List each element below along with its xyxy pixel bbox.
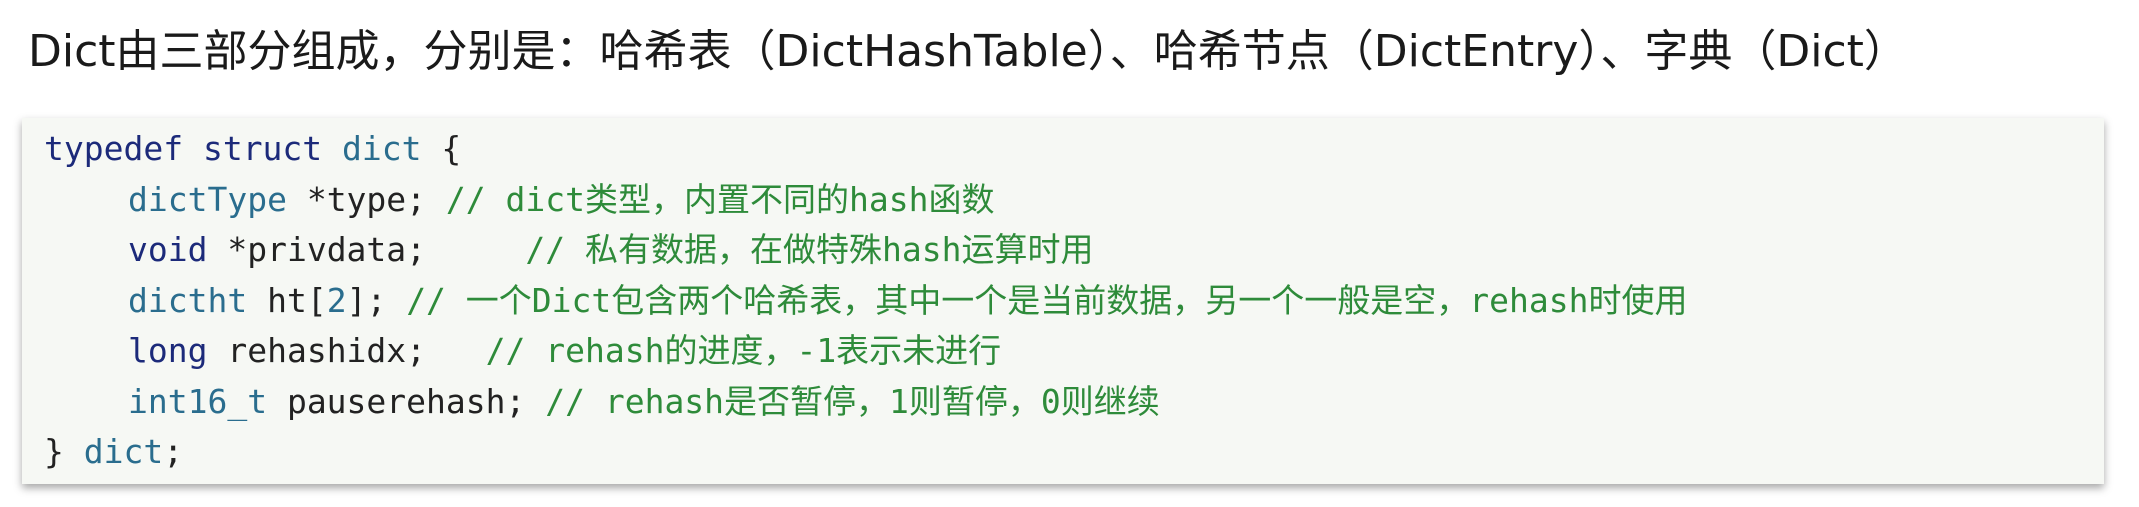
field-type: int16_t bbox=[128, 381, 268, 421]
field-type: long bbox=[128, 331, 208, 370]
semicolon: ; bbox=[163, 432, 184, 471]
field-decl: *type; bbox=[286, 179, 446, 219]
field-decl-end: ]; bbox=[346, 280, 407, 320]
struct-name: dict bbox=[342, 129, 422, 168]
keyword-struct: struct bbox=[202, 129, 323, 168]
code-line-pauserehash-field: int16_t pauserehash; // rehash是否暂停，1则暂停，… bbox=[44, 377, 2104, 428]
field-comment: // rehash的进度，-1表示未进行 bbox=[485, 331, 1002, 370]
array-size: 2 bbox=[326, 280, 347, 320]
code-line-type-field: dictType *type; // dict类型，内置不同的hash函数 bbox=[44, 175, 2104, 226]
field-type: void bbox=[128, 230, 208, 269]
field-decl: ht[ bbox=[247, 280, 327, 320]
code-line-ht-field: dictht ht[2]; // 一个Dict包含两个哈希表，其中一个是当前数据… bbox=[44, 276, 2104, 327]
field-type: dictType bbox=[128, 179, 287, 219]
field-type: dictht bbox=[128, 280, 248, 320]
close-brace: } bbox=[44, 432, 84, 471]
code-line-privdata-field: void *privdata; // 私有数据，在做特殊hash运算时用 bbox=[44, 225, 2104, 276]
field-comment: // dict类型，内置不同的hash函数 bbox=[445, 179, 995, 219]
page: Dict由三部分组成，分别是：哈希表（DictHashTable）、哈希节点（D… bbox=[0, 0, 2139, 507]
field-comment: // rehash是否暂停，1则暂停，0则继续 bbox=[545, 381, 1160, 421]
field-decl: *privdata; bbox=[207, 230, 526, 269]
field-comment: // 私有数据，在做特殊hash运算时用 bbox=[525, 230, 1094, 269]
code-line-struct-close: } dict; bbox=[44, 427, 2104, 478]
keyword-typedef: typedef bbox=[44, 129, 184, 168]
code-line-struct-open: typedef struct dict { bbox=[44, 124, 2104, 175]
code-line-rehashidx-field: long rehashidx; // rehash的进度，-1表示未进行 bbox=[44, 326, 2104, 377]
field-decl: rehashidx; bbox=[207, 331, 486, 370]
code-block: typedef struct dict { dictType *type; //… bbox=[22, 118, 2104, 484]
dict-description-heading: Dict由三部分组成，分别是：哈希表（DictHashTable）、哈希节点（D… bbox=[28, 26, 1908, 77]
struct-alias: dict bbox=[83, 432, 164, 471]
field-decl: pauserehash; bbox=[267, 381, 546, 421]
open-brace: { bbox=[421, 129, 462, 168]
field-comment: // 一个Dict包含两个哈希表，其中一个是当前数据，另一个一般是空，rehas… bbox=[406, 280, 1688, 320]
